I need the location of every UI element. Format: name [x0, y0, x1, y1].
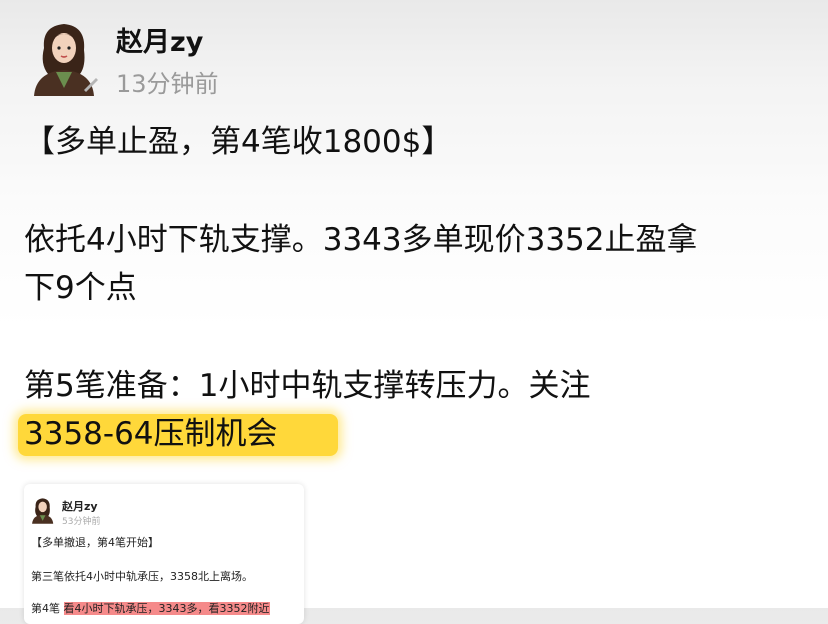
embedded-author-name: 赵月zy	[62, 500, 98, 513]
mini-avatar-icon	[32, 498, 54, 524]
post-paragraph-1-line-2: 下9个点	[24, 270, 137, 306]
author-avatar[interactable]	[28, 18, 102, 96]
post-body: 【多单止盈，第4笔收1800$】 依托4小时下轨支撑。3343多单现价3352止…	[18, 118, 814, 458]
embedded-line-1: 第三笔依托4小时中轨承压，3358北上离场。	[31, 570, 253, 583]
post-paragraph-1-line-1: 依托4小时下轨支撑。3343多单现价3352止盈拿	[24, 222, 698, 258]
author-name[interactable]: 赵月zy	[116, 20, 203, 59]
avatar-illustration	[34, 24, 98, 96]
highlighted-price-zone: 3358-64压制机会	[18, 414, 338, 456]
embedded-post-image[interactable]: 赵月zy 53分钟前 【多单撤退，第4笔开始】 第三笔依托4小时中轨承压，335…	[24, 484, 304, 624]
embedded-line-2-prefix: 第4笔	[31, 602, 60, 615]
embedded-title: 【多单撤退，第4笔开始】	[31, 536, 159, 549]
post-paragraph-2-line-1: 第5笔准备：1小时中轨支撑转压力。关注	[24, 368, 591, 404]
embedded-timestamp: 53分钟前	[62, 517, 101, 527]
post-title: 【多单止盈，第4笔收1800$】	[24, 124, 453, 160]
embedded-line-2-highlight: 看4小时下轨承压，3343多，看3352附近	[63, 602, 270, 615]
post-timestamp: 13分钟前	[116, 70, 219, 98]
